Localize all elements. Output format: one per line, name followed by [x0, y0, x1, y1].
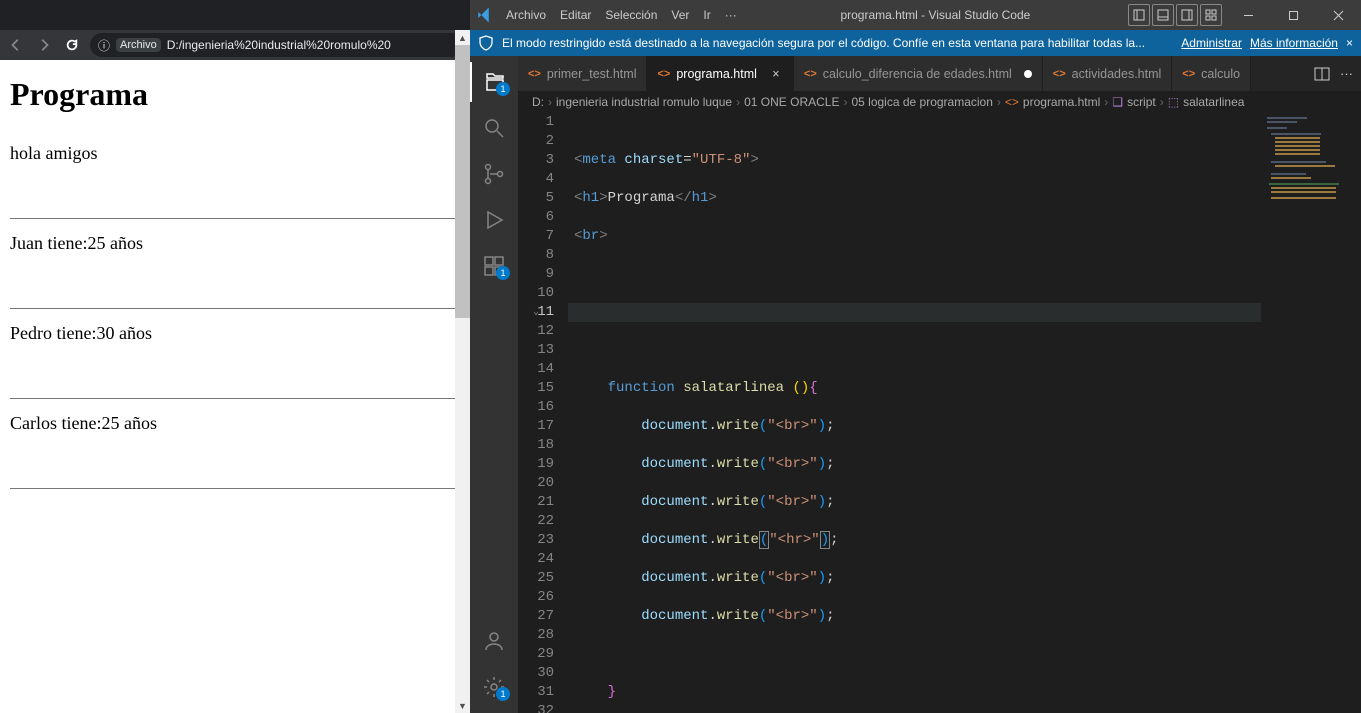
- line-gutter: 1234567891011121314151617181920212223242…: [518, 113, 568, 713]
- vscode-logo-icon: [470, 6, 500, 24]
- layout-controls: [1128, 4, 1226, 26]
- run-debug-icon[interactable]: [470, 200, 518, 240]
- tab-label: actividades.html: [1072, 67, 1162, 81]
- symbol-icon: ❏: [1112, 95, 1123, 109]
- browser-window: ⓘ Archivo D:/ingenieria%20industrial%20r…: [0, 0, 470, 713]
- manage-link[interactable]: Administrar: [1181, 36, 1242, 50]
- breadcrumb-item[interactable]: D:: [532, 95, 544, 109]
- tab-label: programa.html: [676, 67, 757, 81]
- tab-actividades[interactable]: <> actividades.html: [1043, 56, 1172, 91]
- close-button[interactable]: [1316, 0, 1361, 30]
- menu-file[interactable]: Archivo: [500, 4, 552, 26]
- tab-close-icon[interactable]: ×: [769, 67, 783, 81]
- toggle-panel-left-icon[interactable]: [1128, 4, 1150, 26]
- breadcrumb-item[interactable]: ingenieria industrial romulo luque: [556, 95, 732, 109]
- tab-label: calculo_diferencia de edades.html: [823, 67, 1012, 81]
- extensions-icon[interactable]: 1: [470, 246, 518, 286]
- split-editor-icon[interactable]: [1314, 66, 1330, 82]
- forward-button[interactable]: [34, 35, 54, 55]
- tab-programa[interactable]: <> programa.html ×: [647, 56, 793, 91]
- browser-document: Programa hola amigos Juan tiene:25 años …: [0, 60, 470, 519]
- toggle-panel-right-icon[interactable]: [1176, 4, 1198, 26]
- banner-close-icon[interactable]: ×: [1346, 36, 1353, 50]
- browser-toolbar: ⓘ Archivo D:/ingenieria%20industrial%20r…: [0, 30, 470, 60]
- activity-bar: 1 1 1: [470, 56, 518, 713]
- tab-primer-test[interactable]: <> primer_test.html: [518, 56, 647, 91]
- toggle-panel-bottom-icon[interactable]: [1152, 4, 1174, 26]
- menu-edit[interactable]: Editar: [554, 4, 597, 26]
- code-editor[interactable]: 1234567891011121314151617181920212223242…: [518, 113, 1361, 713]
- page-h1: Programa: [10, 76, 460, 113]
- reload-button[interactable]: [62, 35, 82, 55]
- menu-more[interactable]: ···: [719, 4, 743, 26]
- symbol-icon: ⬚: [1168, 95, 1179, 109]
- breadcrumb-item[interactable]: programa.html: [1023, 95, 1100, 109]
- breadcrumb-item[interactable]: 01 ONE ORACLE: [744, 95, 839, 109]
- maximize-button[interactable]: [1271, 0, 1316, 30]
- more-info-link[interactable]: Más información: [1250, 36, 1338, 50]
- menu-go[interactable]: Ir: [697, 4, 716, 26]
- html-file-icon: <>: [528, 68, 541, 80]
- vscode-window: Archivo Editar Selección Ver Ir ··· prog…: [470, 0, 1361, 713]
- menu-bar: Archivo Editar Selección Ver Ir ···: [500, 4, 743, 26]
- page-line: Carlos tiene:25 años: [10, 413, 460, 434]
- tab-calculo[interactable]: <> calculo: [1172, 56, 1251, 91]
- address-scheme: Archivo: [116, 38, 161, 52]
- page-line: hola amigos: [10, 143, 460, 164]
- explorer-icon[interactable]: 1: [470, 62, 518, 102]
- page-line: Pedro tiene:30 años: [10, 323, 460, 344]
- html-file-icon: <>: [1182, 68, 1195, 80]
- code-area[interactable]: <meta charset="UTF-8"> <h1>Programa</h1>…: [568, 113, 1261, 713]
- scroll-down-arrow[interactable]: ▼: [458, 698, 467, 713]
- breadcrumbs[interactable]: D:› ingenieria industrial romulo luque› …: [518, 91, 1361, 113]
- back-button[interactable]: [6, 35, 26, 55]
- menu-selection[interactable]: Selección: [599, 4, 663, 26]
- title-bar[interactable]: Archivo Editar Selección Ver Ir ··· prog…: [470, 0, 1361, 30]
- breadcrumb-item[interactable]: salatarlinea: [1183, 95, 1244, 109]
- extensions-badge: 1: [496, 266, 510, 280]
- tab-label: calculo: [1201, 67, 1240, 81]
- accounts-icon[interactable]: [470, 621, 518, 661]
- tab-calculo-dif[interactable]: <> calculo_diferencia de edades.html: [794, 56, 1043, 91]
- breadcrumb-item[interactable]: 05 logica de programacion: [851, 95, 992, 109]
- menu-view[interactable]: Ver: [665, 4, 695, 26]
- breadcrumb-item[interactable]: script: [1127, 95, 1156, 109]
- window-title: programa.html - Visual Studio Code: [743, 8, 1128, 22]
- banner-text: El modo restringido está destinado a la …: [502, 36, 1173, 50]
- more-actions-icon[interactable]: ···: [1340, 66, 1353, 81]
- tab-label: primer_test.html: [547, 67, 637, 81]
- restricted-mode-banner: El modo restringido está destinado a la …: [470, 30, 1361, 56]
- html-file-icon: <>: [804, 68, 817, 80]
- address-text: D:/ingenieria%20industrial%20romulo%20: [167, 38, 391, 52]
- site-info-icon[interactable]: ⓘ: [98, 37, 110, 54]
- minimap[interactable]: [1261, 113, 1361, 713]
- html-file-icon: <>: [657, 68, 670, 80]
- shield-icon: [478, 35, 494, 51]
- source-control-icon[interactable]: [470, 154, 518, 194]
- settings-icon[interactable]: 1: [470, 667, 518, 707]
- html-file-icon: <>: [1053, 68, 1066, 80]
- explorer-badge: 1: [496, 82, 510, 96]
- browser-scrollbar[interactable]: ▲ ▼: [455, 30, 470, 713]
- customize-layout-icon[interactable]: [1200, 4, 1222, 26]
- search-icon[interactable]: [470, 108, 518, 148]
- fold-icon[interactable]: ⌄: [533, 303, 539, 322]
- scroll-up-arrow[interactable]: ▲: [458, 30, 467, 45]
- scroll-thumb[interactable]: [455, 45, 470, 318]
- address-bar[interactable]: ⓘ Archivo D:/ingenieria%20industrial%20r…: [90, 33, 464, 57]
- html-file-icon: <>: [1005, 95, 1019, 109]
- editor-tabs: <> primer_test.html <> programa.html × <> ca…: [518, 56, 1361, 91]
- browser-tab-strip[interactable]: [0, 0, 470, 30]
- window-controls: [1226, 0, 1361, 30]
- page-line: Juan tiene:25 años: [10, 233, 460, 254]
- minimize-button[interactable]: [1226, 0, 1271, 30]
- dirty-indicator-icon: [1024, 70, 1032, 78]
- settings-badge: 1: [496, 687, 510, 701]
